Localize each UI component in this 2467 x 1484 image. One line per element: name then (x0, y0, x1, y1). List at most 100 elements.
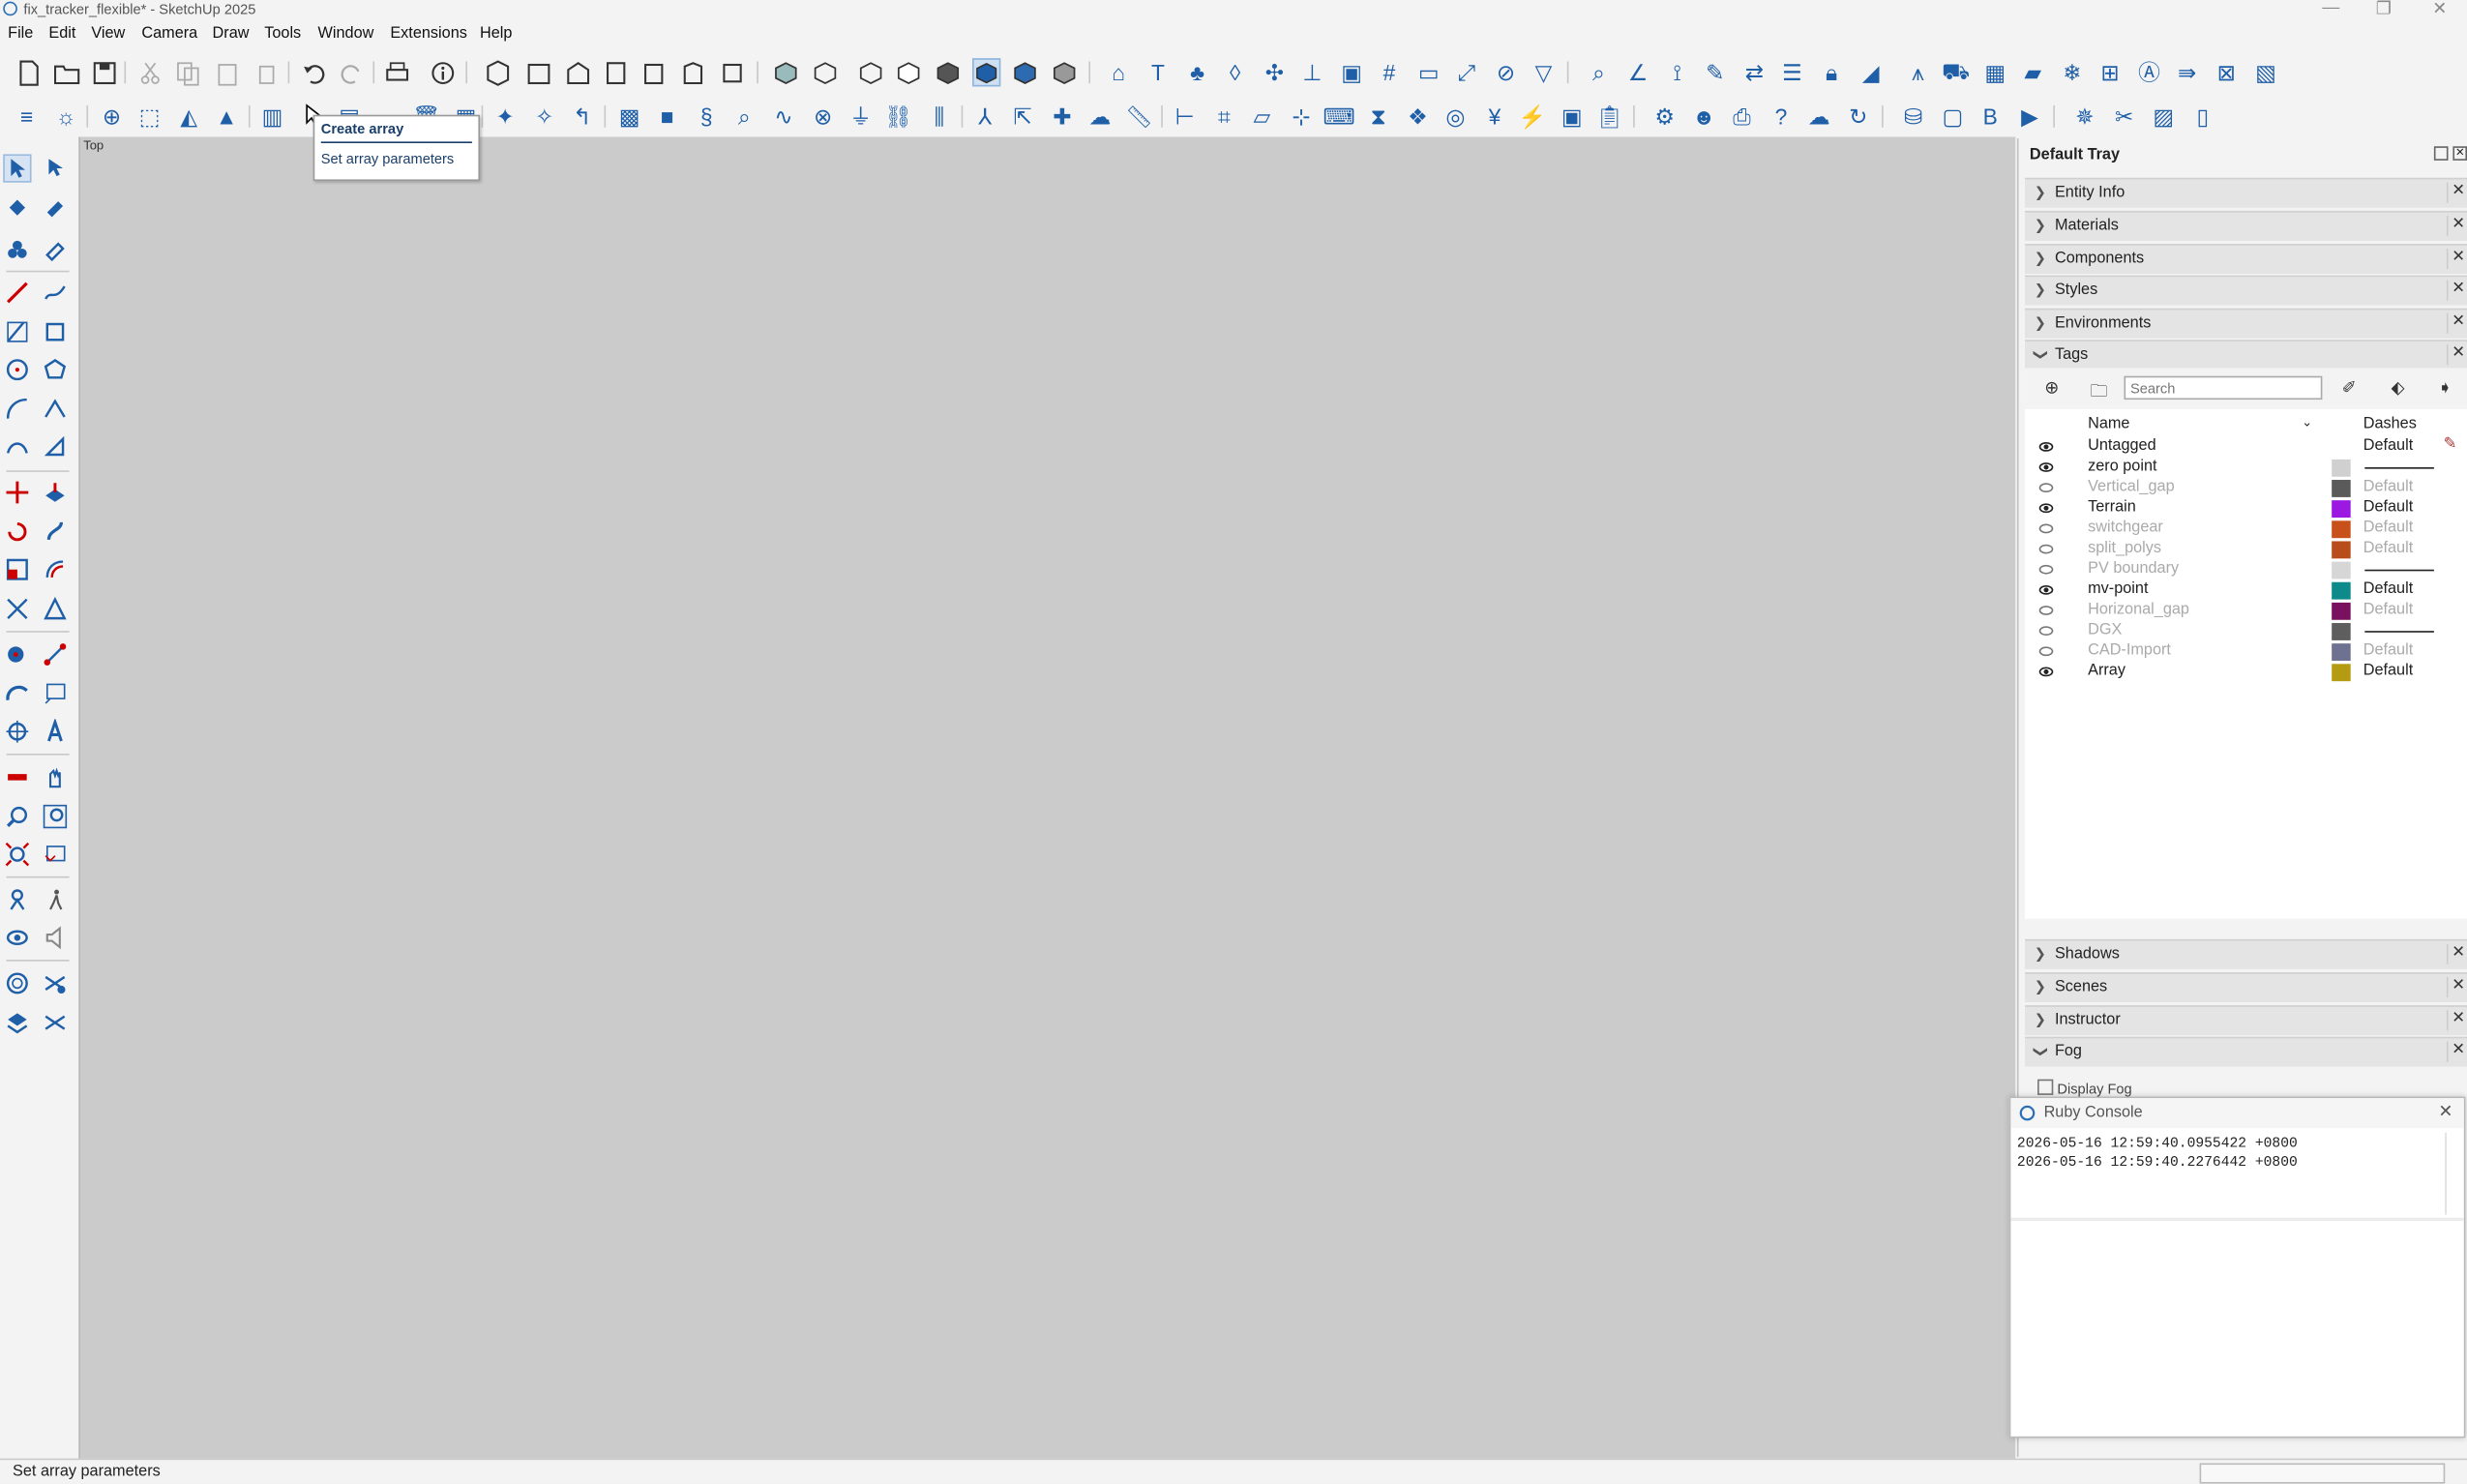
eye-visible-icon[interactable] (2038, 584, 2054, 595)
structure-icon[interactable]: ⩚ (1904, 58, 1932, 86)
magnify-icon[interactable]: ⌕ (730, 103, 758, 131)
ruler-icon[interactable]: 📏︎ (1125, 103, 1153, 131)
axes-tool-icon[interactable] (3, 718, 31, 746)
paste-icon[interactable] (213, 58, 241, 86)
save-icon[interactable] (90, 58, 118, 86)
tag-row[interactable]: split_polys Default (2025, 540, 2467, 560)
settings-gear-icon[interactable]: ⚙ (1650, 103, 1679, 131)
console-scrollbar[interactable] (2445, 1132, 2460, 1215)
plane-icon[interactable]: ▱ (1248, 103, 1276, 131)
db-icon[interactable]: ◎ (1442, 103, 1470, 131)
tag-dashes[interactable]: Default (2363, 601, 2414, 618)
menu-window[interactable]: Window (318, 25, 374, 43)
monochrome-icon[interactable] (1010, 58, 1038, 86)
dashes-column-header[interactable]: Dashes (2363, 415, 2417, 432)
tag-eraser-icon[interactable] (41, 236, 69, 264)
text-icon[interactable]: T (1144, 58, 1172, 86)
close-icon[interactable]: ✕ (2446, 215, 2467, 236)
axes-icon[interactable]: ⅄ (970, 103, 998, 131)
angle-icon[interactable]: ∠ (1623, 58, 1651, 86)
three-point-arc-icon[interactable] (3, 432, 31, 460)
globe-icon[interactable]: ⊕ (98, 103, 126, 131)
polygon-tool-icon[interactable] (41, 356, 69, 384)
tray-close-icon[interactable]: ✕ (2452, 146, 2467, 161)
export-icon[interactable]: ⎙ (1728, 103, 1756, 131)
display-fog-option[interactable]: Display Fog (2037, 1079, 2132, 1097)
tag-color-swatch[interactable] (2332, 459, 2351, 477)
panel-materials[interactable]: ❯ Materials ✕ (2025, 210, 2467, 241)
zoom-tool-icon[interactable] (3, 802, 31, 830)
users-icon[interactable]: ☻ (1690, 103, 1718, 131)
tag-dashes[interactable]: Default (2363, 478, 2414, 495)
tag-color-swatch[interactable] (2332, 500, 2351, 519)
tag-color-swatch[interactable] (2332, 664, 2351, 682)
hide-icon[interactable]: ⊘ (1492, 58, 1520, 86)
tag-paint-icon[interactable]: ✐ (2338, 377, 2361, 400)
resize-icon[interactable]: ⤢ (1452, 58, 1480, 86)
wave-icon[interactable]: ∿ (769, 103, 797, 131)
tower-icon[interactable]: ⊥ (1298, 58, 1326, 86)
tag-dashes[interactable]: Default (2363, 499, 2414, 517)
fence-icon[interactable]: ⫼ (925, 103, 953, 131)
cut-icon[interactable] (135, 58, 163, 86)
eye-hidden-icon[interactable] (2038, 646, 2054, 657)
close-icon[interactable]: ✕ (2446, 182, 2467, 203)
tag-row[interactable]: zero point (2025, 458, 2467, 478)
panel-shadows[interactable]: ❯ Shadows ✕ (2025, 938, 2467, 969)
sort-chevron-down-icon[interactable]: ⌄ (2302, 415, 2312, 430)
irr-icon[interactable]: ▣ (1558, 103, 1586, 131)
tag-color-swatch[interactable] (2332, 602, 2351, 620)
close-icon[interactable]: ✕ (2446, 280, 2467, 301)
add-tag-icon[interactable]: ⊕ (2040, 377, 2063, 400)
panel-scenes[interactable]: ❯ Scenes ✕ (2025, 972, 2467, 1002)
split-icon[interactable]: ⊹ (1287, 103, 1315, 131)
obj-icon[interactable]: ▯ (2188, 103, 2216, 131)
right-view-icon[interactable] (601, 58, 629, 86)
undo-icon[interactable] (299, 58, 327, 86)
hidden-line-icon[interactable] (894, 58, 922, 86)
database-icon[interactable]: ⛁ (1899, 103, 1927, 131)
close-icon[interactable]: ✕ (2446, 1041, 2467, 1062)
front-view-icon[interactable] (563, 58, 591, 86)
tag-search-input[interactable] (2124, 375, 2323, 401)
cloud-cad-icon[interactable]: ☁ (1085, 103, 1114, 131)
dimension-icon[interactable]: ⟟ (1663, 58, 1691, 86)
scale-tool-icon[interactable] (3, 555, 31, 583)
tag-row[interactable]: Untagged Default ✎ (2025, 435, 2467, 458)
keyboard-icon[interactable]: ⌨ (1323, 103, 1355, 131)
text-tool-icon[interactable] (41, 680, 69, 708)
wand-icon[interactable]: ✦ (490, 103, 519, 131)
offset-tool-icon[interactable] (41, 555, 69, 583)
menu-draw[interactable]: Draw (213, 25, 250, 43)
loss-icon[interactable]: ▢ (1939, 103, 1967, 131)
panel-styles[interactable]: ❯ Styles ✕ (2025, 275, 2467, 306)
two-point-arc-icon[interactable] (41, 395, 69, 423)
eye-hidden-icon[interactable] (2038, 626, 2054, 637)
print-icon[interactable] (382, 58, 410, 86)
image-icon[interactable]: ▨ (2150, 103, 2178, 131)
smoove-icon[interactable] (41, 969, 69, 997)
tape-measure-icon[interactable] (3, 640, 31, 668)
lasso-tool-icon[interactable] (41, 154, 69, 182)
section-icon[interactable]: ▽ (1530, 58, 1558, 86)
yen-icon[interactable]: ¥ (1480, 103, 1508, 131)
panel-environments[interactable]: ❯ Environments ✕ (2025, 308, 2467, 339)
walk-icon[interactable] (41, 886, 69, 914)
forward-icon[interactable]: ⇛ (2173, 58, 2201, 86)
branch-icon[interactable]: ⊢ (1171, 103, 1199, 131)
xray-icon[interactable] (771, 58, 799, 86)
close-icon[interactable]: ✕ (2446, 312, 2467, 334)
line-tool-icon[interactable] (3, 279, 31, 307)
tag-row[interactable]: mv-point Default (2025, 580, 2467, 601)
rotated-rectangle-icon[interactable] (41, 318, 69, 346)
pencil-line-icon[interactable]: ✎ (1701, 58, 1729, 86)
box-icon[interactable]: ▣ (1337, 58, 1365, 86)
eye-visible-icon[interactable] (2038, 667, 2054, 677)
tag-dash-line[interactable] (2364, 467, 2434, 469)
play-icon[interactable]: ▶ (2015, 103, 2043, 131)
bottom-view-icon[interactable] (718, 58, 746, 86)
shaded-textures-icon[interactable] (972, 58, 1001, 87)
close-icon[interactable]: ✕ (2446, 344, 2467, 366)
menu-extensions[interactable]: Extensions (390, 25, 467, 43)
orbit-hand-icon[interactable] (41, 763, 69, 791)
